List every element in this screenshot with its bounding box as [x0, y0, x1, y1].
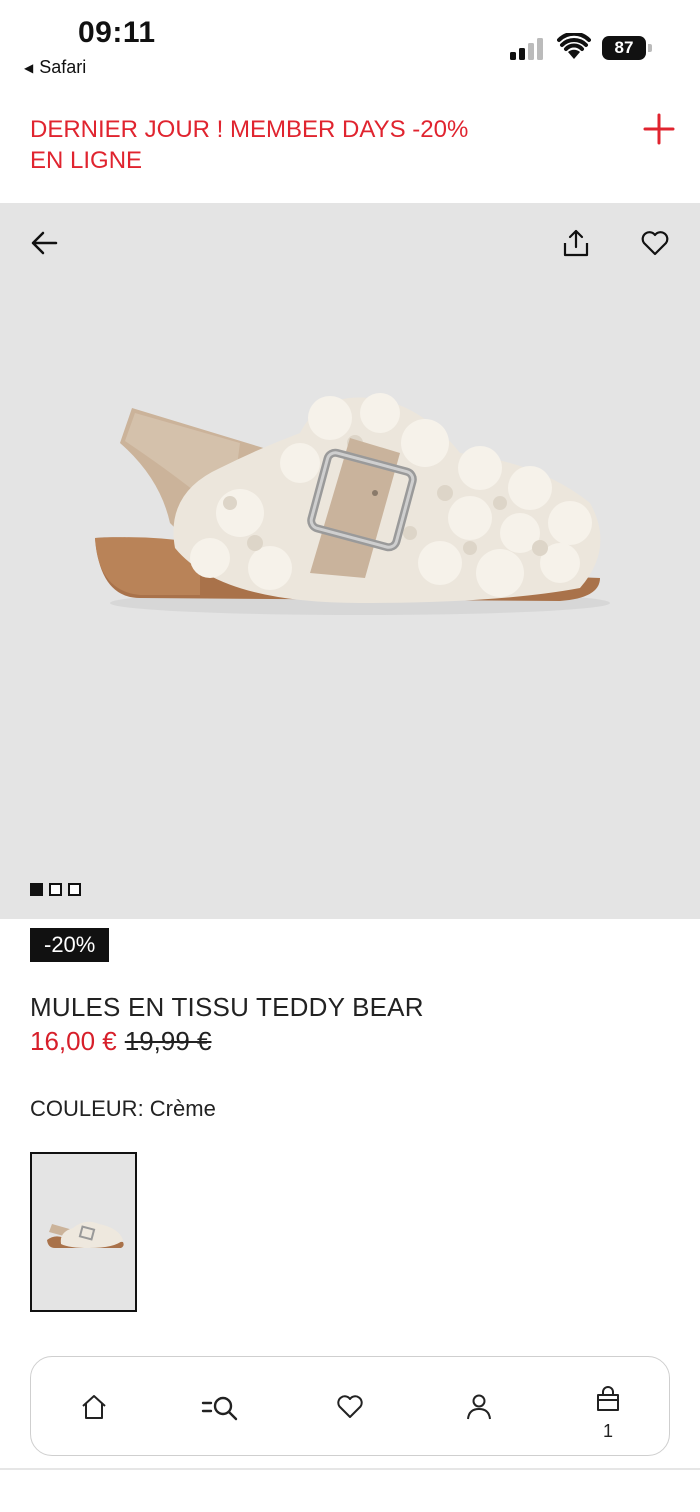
product-image [95, 393, 610, 615]
status-time: 09:11 [78, 16, 156, 49]
back-button[interactable] [24, 223, 64, 263]
bag-icon [597, 1386, 619, 1411]
back-app-label: Safari [39, 57, 87, 77]
battery-icon: 87 [602, 36, 652, 60]
color-label: COULEUR: Crème [30, 1096, 216, 1121]
home-icon [82, 1395, 106, 1419]
promo-banner[interactable]: DERNIER JOUR ! MEMBER DAYS -20% EN LIGNE [0, 92, 700, 202]
discount-badge: -20% [30, 928, 110, 962]
nav-search[interactable] [186, 1357, 256, 1457]
account-icon [467, 1394, 491, 1420]
status-bar: 09:11 ◀ Safari 87 [0, 0, 700, 92]
wifi-icon [557, 33, 591, 59]
cart-count: 1 [602, 1421, 613, 1441]
search-menu-icon [201, 1396, 238, 1421]
nav-favorites[interactable] [315, 1357, 385, 1457]
image-pager[interactable] [30, 883, 81, 896]
back-triangle-icon: ◀ [24, 60, 34, 75]
pager-dot-2[interactable] [49, 883, 62, 896]
nav-home[interactable] [59, 1357, 129, 1457]
current-price: 16,00 € [30, 1026, 117, 1056]
color-swatch-creme[interactable] [30, 1152, 137, 1312]
back-arrow-icon [31, 231, 58, 255]
original-price: 19,99 € [124, 1026, 212, 1056]
promo-line-2: EN LIGNE [30, 147, 143, 174]
product-image-gallery[interactable] [0, 203, 700, 919]
bottom-navigation: 1 [30, 1356, 670, 1456]
promo-text: DERNIER JOUR ! MEMBER DAYS -20% EN LIGNE [30, 114, 550, 176]
back-to-safari[interactable]: ◀ Safari [24, 57, 86, 78]
nav-bag[interactable]: 1 [573, 1357, 643, 1457]
price-row: 16,00 € 19,99 € [30, 1026, 212, 1057]
promo-line-1: DERNIER JOUR ! MEMBER DAYS -20% [30, 116, 469, 143]
swatch-thumbnail [46, 1221, 124, 1248]
product-title: MULES EN TISSU TEDDY BEAR [30, 992, 424, 1022]
plus-icon[interactable] [642, 112, 676, 146]
cellular-signal-icon [510, 38, 546, 60]
share-button[interactable] [556, 223, 596, 263]
product-page: 09:11 ◀ Safari 87 DERNIER JOUR ! MEMBER … [0, 0, 700, 1512]
pager-dot-1[interactable] [30, 883, 43, 896]
heart-icon [337, 1395, 363, 1418]
battery-level: 87 [602, 36, 646, 60]
nav-account[interactable] [444, 1357, 514, 1457]
share-icon [563, 229, 589, 257]
favorite-button[interactable] [635, 223, 675, 263]
pager-dot-3[interactable] [68, 883, 81, 896]
heart-icon [641, 231, 669, 256]
bottom-divider [0, 1468, 700, 1470]
